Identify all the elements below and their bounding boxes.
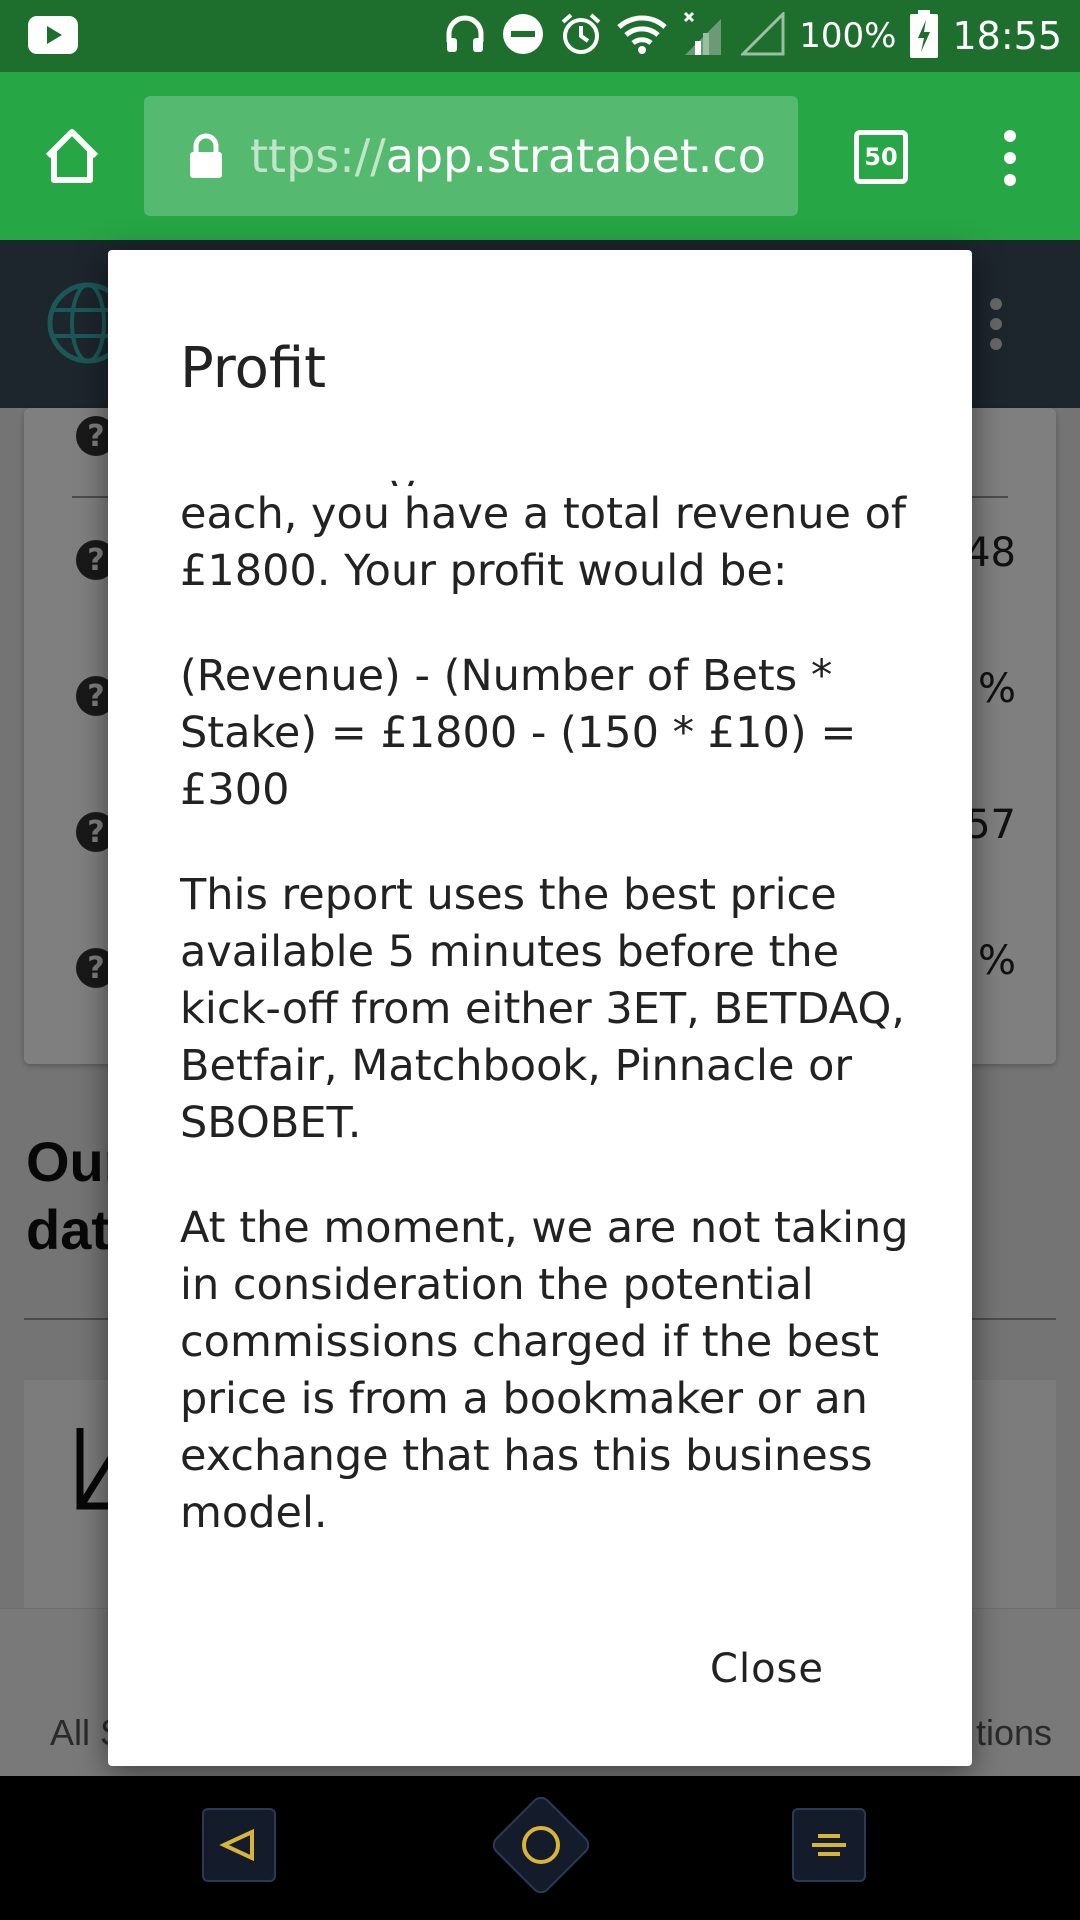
browser-toolbar: ttps://app.stratabet.com 50 <box>0 72 1080 240</box>
dialog-paragraph: This report uses the best price availabl… <box>180 870 905 1148</box>
url-bar[interactable]: ttps://app.stratabet.com <box>144 96 798 216</box>
profit-dialog: Profit y each, you have a total revenue … <box>108 250 972 1766</box>
alarm-icon <box>559 12 603 61</box>
more-options-icon[interactable] <box>996 128 1024 188</box>
back-button[interactable] <box>202 1808 276 1882</box>
battery-percent: 100% <box>799 16 897 56</box>
dialog-paragraph: each, you have a total revenue of £1800.… <box>180 489 907 596</box>
youtube-icon <box>28 16 78 59</box>
lock-icon <box>186 132 226 180</box>
headphones-icon <box>443 12 487 61</box>
partial-line: y <box>180 476 920 486</box>
dnd-icon <box>501 12 545 61</box>
dialog-title: Profit <box>180 336 327 401</box>
tab-switcher-button[interactable]: 50 <box>854 130 908 184</box>
clock: 18:55 <box>952 14 1062 58</box>
dialog-body[interactable]: y each, you have a total revenue of £180… <box>180 476 920 1766</box>
url-scheme: ttps:// <box>250 129 386 183</box>
url-host: app.stratabet.com <box>385 129 770 183</box>
wifi-icon <box>617 13 667 60</box>
url-text[interactable]: ttps://app.stratabet.com <box>250 129 770 183</box>
battery-icon <box>910 9 939 63</box>
dialog-paragraph: At the moment, we are not taking in cons… <box>180 1203 909 1538</box>
status-bar: 100% 18:55 <box>0 0 1080 72</box>
signal-icon <box>681 11 727 62</box>
home-button[interactable] <box>488 1792 594 1898</box>
system-navigation-bar <box>0 1776 1080 1920</box>
close-button[interactable]: Close <box>710 1646 824 1692</box>
recents-button[interactable] <box>792 1808 866 1882</box>
signal-empty-icon <box>739 9 785 61</box>
dialog-paragraph: (Revenue) - (Number of Bets * Stake) = £… <box>180 651 857 815</box>
home-icon[interactable] <box>40 124 104 188</box>
